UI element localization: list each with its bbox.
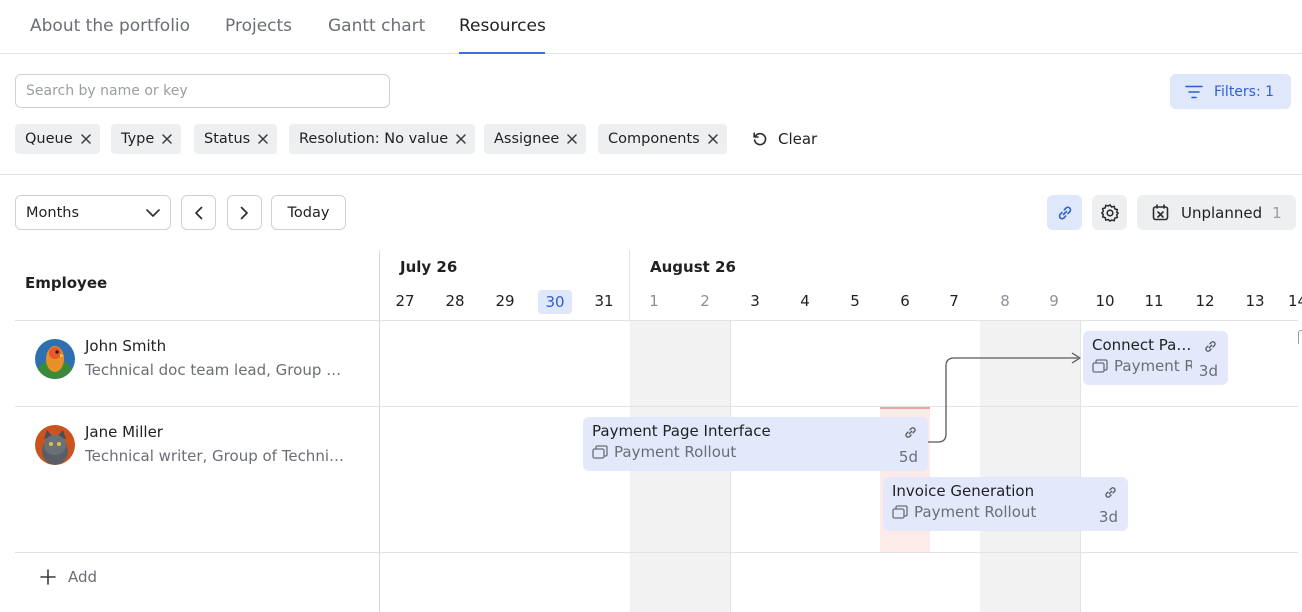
task-card-invoice-generation[interactable]: Invoice Generation Payment Rollout 3d xyxy=(883,477,1128,531)
task-project: Payment Rollout xyxy=(1092,357,1192,375)
task-duration: 5d xyxy=(898,448,918,466)
link-icon xyxy=(1103,485,1118,504)
task-project-name: Payment Rollout xyxy=(1114,357,1192,375)
link-icon xyxy=(903,425,918,444)
gear-icon xyxy=(1100,203,1119,222)
task-card-connect-payment[interactable]: Connect Payment Gateway Payment Rollout … xyxy=(1083,331,1228,385)
scale-select-value: Months xyxy=(26,204,80,221)
unplanned-count: 1 xyxy=(1272,203,1282,222)
settings-button[interactable] xyxy=(1092,195,1127,230)
chip-label: Status xyxy=(204,131,251,147)
chevron-right-icon xyxy=(240,206,248,219)
task-card-payment-page-interface[interactable]: Payment Page Interface Payment Rollout 5… xyxy=(583,417,928,471)
close-icon[interactable] xyxy=(162,134,173,144)
task-project-name: Payment Rollout xyxy=(614,443,737,461)
tab-projects[interactable]: Projects xyxy=(225,16,292,36)
link-icon xyxy=(1058,206,1071,219)
prev-period-button[interactable] xyxy=(181,195,216,230)
filters-button[interactable]: Filters: 1 xyxy=(1170,74,1291,109)
chip-label: Components xyxy=(608,131,700,147)
filter-chip-status: Status xyxy=(194,124,278,154)
show-links-toggle[interactable] xyxy=(1047,195,1082,230)
chip-label: Queue xyxy=(25,131,73,147)
task-duration: 3d xyxy=(1098,508,1118,526)
project-icon xyxy=(592,445,608,459)
scale-select[interactable]: Months xyxy=(15,195,171,230)
task-project: Payment Rollout xyxy=(892,503,1082,521)
search-input[interactable] xyxy=(15,74,390,108)
unplanned-label: Unplanned xyxy=(1181,203,1263,222)
tab-bar: About the portfolio Projects Gantt chart… xyxy=(0,0,1302,54)
chip-label: Resolution: No value xyxy=(299,131,449,147)
chip-label: Assignee xyxy=(494,131,560,147)
close-icon[interactable] xyxy=(708,134,718,144)
resource-timeline: Employee July 26 August 26 27 28 29 30 3… xyxy=(0,250,1302,612)
tab-gantt-chart[interactable]: Gantt chart xyxy=(328,16,425,36)
close-icon[interactable] xyxy=(80,134,91,144)
filter-chip-resolution: Resolution: No value xyxy=(289,124,476,154)
filter-chip-assignee: Assignee xyxy=(484,124,587,154)
close-icon[interactable] xyxy=(456,134,466,144)
close-icon[interactable] xyxy=(567,134,578,144)
filter-chip-type: Type xyxy=(111,124,182,154)
active-tab-indicator xyxy=(459,52,545,54)
scroll-indicator[interactable] xyxy=(1298,330,1302,344)
task-project: Payment Rollout xyxy=(592,443,882,461)
today-button[interactable]: Today xyxy=(271,195,346,230)
clear-label: Clear xyxy=(778,130,818,148)
task-title: Payment Page Interface xyxy=(592,422,771,440)
filters-button-label: Filters: 1 xyxy=(1214,83,1275,100)
filter-chip-components: Components xyxy=(598,124,727,154)
divider xyxy=(0,174,1302,175)
task-title: Invoice Generation xyxy=(892,482,1035,500)
close-icon[interactable] xyxy=(258,134,268,144)
filter-icon xyxy=(1185,85,1203,98)
project-icon xyxy=(1092,359,1108,373)
chevron-down-icon xyxy=(146,208,160,217)
project-icon xyxy=(892,505,908,519)
chip-label: Type xyxy=(121,131,155,147)
task-title: Connect Payment Gateway xyxy=(1092,336,1192,354)
tab-resources[interactable]: Resources xyxy=(459,16,546,36)
link-icon xyxy=(1203,339,1218,358)
next-period-button[interactable] xyxy=(227,195,262,230)
calendar-x-icon xyxy=(1152,204,1169,221)
chevron-left-icon xyxy=(195,206,203,219)
unplanned-button[interactable]: Unplanned 1 xyxy=(1137,195,1296,230)
filter-chip-queue: Queue xyxy=(15,124,100,154)
tab-about-portfolio[interactable]: About the portfolio xyxy=(30,16,190,36)
reset-icon xyxy=(753,132,767,146)
task-project-name: Payment Rollout xyxy=(914,503,1037,521)
task-duration: 3d xyxy=(1198,362,1218,380)
clear-filters-button[interactable]: Clear xyxy=(752,124,817,154)
